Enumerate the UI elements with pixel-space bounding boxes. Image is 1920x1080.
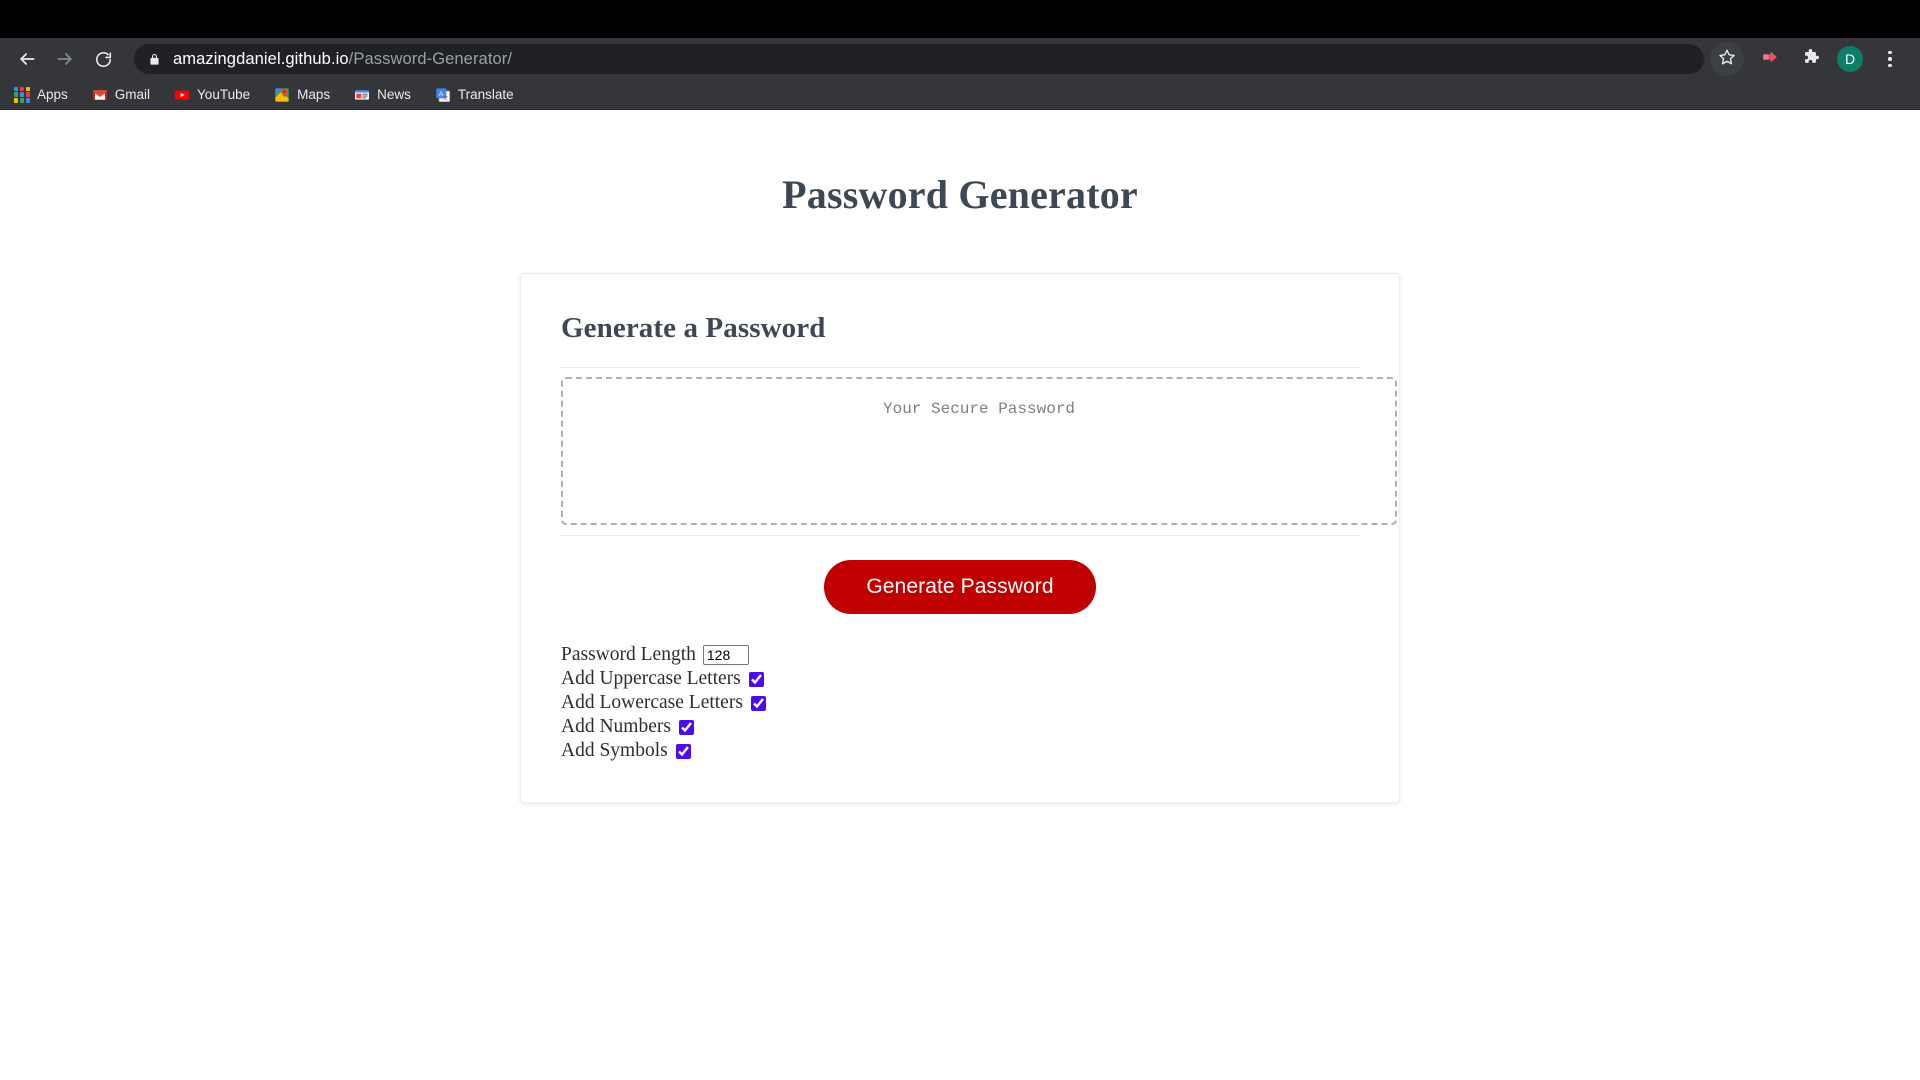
star-icon: [1718, 48, 1736, 71]
back-button[interactable]: [10, 42, 44, 76]
lowercase-checkbox[interactable]: [750, 695, 766, 711]
avatar: D: [1837, 46, 1863, 72]
youtube-icon: [174, 87, 190, 103]
bookmark-label: News: [377, 87, 411, 102]
address-bar-host: amazingdaniel.github.io: [173, 49, 349, 68]
forward-button[interactable]: [48, 42, 82, 76]
bookmark-maps[interactable]: Maps: [270, 82, 334, 108]
maps-pin-icon: [274, 87, 290, 103]
options-list: Password Length Add Uppercase Letters Ad…: [561, 644, 1359, 762]
extension-arrow-icon: [1760, 48, 1780, 71]
puzzle-piece-icon: [1801, 47, 1820, 71]
profile-avatar-button[interactable]: D: [1833, 42, 1867, 76]
bookmark-label: Maps: [297, 87, 331, 102]
option-uppercase: Add Uppercase Letters: [561, 668, 1359, 690]
generate-button-row: Generate Password: [561, 560, 1359, 614]
option-password-length: Password Length: [561, 644, 1359, 666]
password-length-input[interactable]: [702, 645, 749, 665]
apps-grid-icon: [14, 86, 30, 103]
bookmark-label: Gmail: [114, 87, 151, 102]
divider-top: [561, 367, 1359, 368]
symbols-label: Add Symbols: [561, 740, 668, 761]
bookmark-youtube[interactable]: YouTube: [170, 82, 254, 108]
divider-bottom: [561, 535, 1359, 536]
numbers-label: Add Numbers: [561, 716, 671, 737]
numbers-checkbox[interactable]: [678, 719, 694, 735]
address-bar-path: /Password-Generator/: [348, 49, 513, 68]
translate-icon: A文: [435, 87, 451, 103]
symbols-checkbox[interactable]: [675, 743, 691, 759]
option-symbols: Add Symbols: [561, 740, 1359, 762]
arrow-right-icon: [55, 49, 75, 69]
lock-icon: [148, 53, 161, 66]
bookmark-gmail[interactable]: Gmail: [88, 82, 154, 108]
browser-toolbar: amazingdaniel.github.io/Password-Generat…: [0, 38, 1920, 80]
browser-title-bar: [0, 0, 1920, 38]
password-length-label: Password Length: [561, 644, 696, 665]
address-bar-url: amazingdaniel.github.io/Password-Generat…: [173, 50, 512, 69]
page-viewport: Password Generator Generate a Password G…: [0, 110, 1920, 1079]
reload-button[interactable]: [86, 42, 120, 76]
reload-icon: [94, 50, 113, 69]
generate-password-button[interactable]: Generate Password: [824, 560, 1096, 614]
address-bar[interactable]: amazingdaniel.github.io/Password-Generat…: [134, 44, 1704, 74]
bookmark-news[interactable]: News: [350, 82, 415, 108]
uppercase-checkbox[interactable]: [748, 671, 764, 687]
gmail-icon: [92, 87, 108, 103]
extension-arrow-button[interactable]: [1753, 42, 1787, 76]
bookmark-label: Translate: [457, 87, 514, 102]
uppercase-label: Add Uppercase Letters: [561, 668, 741, 689]
bookmark-translate[interactable]: A文 Translate: [431, 82, 518, 108]
browser-window: amazingdaniel.github.io/Password-Generat…: [0, 0, 1920, 1080]
bookmark-label: Apps: [37, 87, 68, 102]
option-lowercase: Add Lowercase Letters: [561, 692, 1359, 714]
extensions-button[interactable]: [1793, 42, 1827, 76]
browser-menu-button[interactable]: [1873, 42, 1907, 76]
bookmark-star-button[interactable]: [1710, 42, 1744, 76]
bookmark-apps[interactable]: Apps: [10, 82, 72, 108]
generator-card: Generate a Password Generate Password Pa…: [520, 273, 1400, 803]
option-numbers: Add Numbers: [561, 716, 1359, 738]
lowercase-label: Add Lowercase Letters: [561, 692, 743, 713]
card-heading: Generate a Password: [561, 312, 826, 344]
bookmarks-bar: Apps Gmail YouTube Maps News A 文 Transla…: [0, 80, 1920, 110]
three-dots-menu-icon: [1888, 50, 1892, 68]
news-icon: [354, 87, 370, 103]
password-output-field[interactable]: [561, 377, 1397, 525]
arrow-left-icon: [17, 49, 37, 69]
page-title: Password Generator: [782, 172, 1138, 217]
bookmark-label: YouTube: [197, 87, 251, 102]
